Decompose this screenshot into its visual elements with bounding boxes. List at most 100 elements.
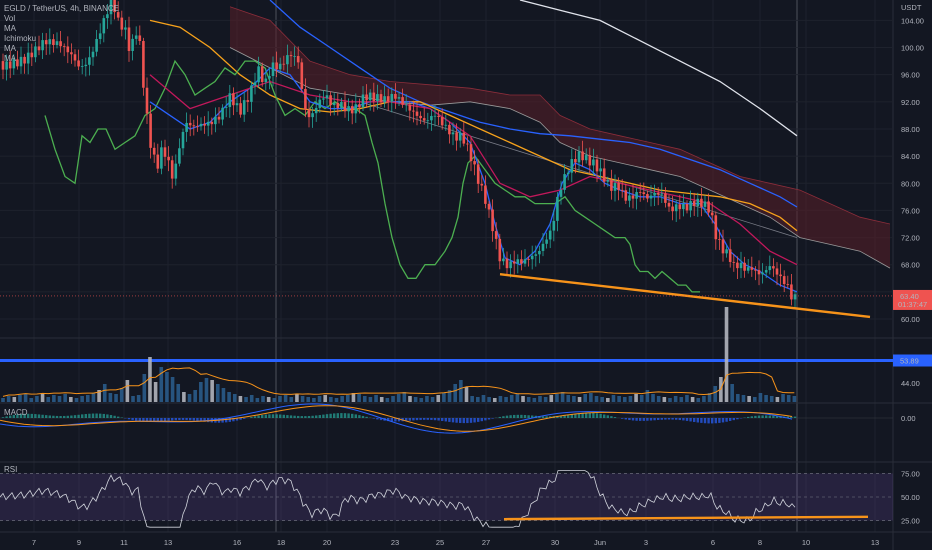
chart-canvas[interactable]: 7 9 11 13 16 18 20 23 25 27 30 Jun 3 6 8 10 13 USDT 104.00… <box>0 0 932 550</box>
volume-bar <box>165 372 169 402</box>
x-tick-label: 27 <box>482 538 490 547</box>
candle-body <box>253 82 257 86</box>
x-tick-label: 10 <box>802 538 810 547</box>
candle-body <box>764 270 768 273</box>
candle-body <box>613 182 617 191</box>
macd-hist-bar <box>426 418 429 420</box>
y-tick-label: 104.00 <box>901 16 924 25</box>
candle-body <box>534 254 538 256</box>
y-tick-label: 96.00 <box>901 71 920 80</box>
candle-body <box>433 115 437 117</box>
candle-body <box>448 124 451 135</box>
candle-body <box>523 259 527 264</box>
macd-hist-bar <box>63 415 66 418</box>
macd-pane-label[interactable]: MACD <box>4 408 28 417</box>
macd-hist-bar <box>117 416 120 418</box>
candle-body <box>671 206 674 212</box>
macd-hist-bar <box>696 418 699 423</box>
macd-hist-bar <box>437 418 440 421</box>
candle-body <box>512 261 516 264</box>
candle-body <box>685 203 689 211</box>
y-tick-label: 72.00 <box>901 234 920 243</box>
candle-body <box>286 55 289 65</box>
candle-body <box>232 93 235 106</box>
macd-hist-bar <box>653 418 656 421</box>
candle-body <box>538 250 541 255</box>
macd-hist-bar <box>41 414 44 418</box>
candle-body <box>757 270 761 275</box>
macd-hist-bar <box>732 418 735 421</box>
candle-body <box>480 183 484 186</box>
volume-bar <box>85 395 90 402</box>
volume-bar <box>504 397 508 402</box>
candle-body <box>246 100 250 102</box>
candle-body <box>649 195 653 199</box>
countdown-label: 01:37:47 <box>898 300 927 309</box>
macd-hist-bar <box>660 418 663 420</box>
macd-hist-bar <box>502 416 505 418</box>
candle-body <box>318 99 322 108</box>
volume-bar <box>346 395 350 402</box>
candle-body <box>736 262 739 269</box>
volume-bar <box>606 398 610 402</box>
macd-hist-bar <box>711 418 714 424</box>
indicator-ichimoku[interactable]: Ichimoku <box>4 34 119 44</box>
candle-body <box>566 172 570 175</box>
macd-hist-bar <box>772 415 775 418</box>
macd-hist-bar <box>192 418 195 421</box>
volume-bar <box>747 396 751 402</box>
macd-hist-bar <box>754 415 757 418</box>
candle-body <box>138 35 142 41</box>
macd-hist-bar <box>102 413 105 418</box>
volume-bar <box>509 395 514 402</box>
x-tick-label: 11 <box>120 538 128 547</box>
volume-bar <box>221 388 226 402</box>
indicator-ma-2[interactable]: MA <box>4 44 119 54</box>
macd-hist-bar <box>736 418 739 420</box>
macd-hist-bar <box>678 418 681 421</box>
candle-body <box>707 201 710 213</box>
volume-bar <box>724 307 729 402</box>
candle-body <box>667 202 671 207</box>
volume-bar <box>617 396 621 402</box>
candle-body <box>602 168 606 182</box>
macd-hist-bar <box>73 415 77 418</box>
symbol-title[interactable]: EGLD / TetherUS, 4h, BINANCE <box>4 4 119 14</box>
candle-body <box>365 94 368 101</box>
candle-body <box>307 109 311 118</box>
candle-body <box>682 203 685 210</box>
volume-bar <box>374 395 378 402</box>
indicator-vol[interactable]: Vol <box>4 14 119 24</box>
macd-hist-bar <box>225 418 228 423</box>
x-tick-label: 6 <box>711 538 715 547</box>
macd-hist-bar <box>70 415 73 418</box>
macd-hist-bar <box>595 413 599 418</box>
macd-hist-bar <box>725 418 728 422</box>
rsi-pane-label[interactable]: RSI <box>4 465 17 474</box>
y-tick-label: 76.00 <box>901 206 920 215</box>
volume-bar <box>594 396 599 402</box>
indicator-ma-3[interactable]: MA <box>4 54 119 64</box>
volume-bar <box>136 395 141 402</box>
candle-body <box>422 118 426 121</box>
volume-bar <box>148 357 152 402</box>
macd-hist-bar <box>243 418 246 419</box>
macd-hist-bar <box>599 413 602 418</box>
candle-body <box>340 102 343 108</box>
candle-body <box>581 151 584 161</box>
macd-hist-bar <box>372 418 375 419</box>
indicator-ma-1[interactable]: MA <box>4 24 119 34</box>
candle-body <box>196 126 199 128</box>
volume-bar <box>453 384 457 402</box>
volume-bar <box>57 396 62 402</box>
x-tick-label: 8 <box>758 538 762 547</box>
volume-bar <box>6 396 11 402</box>
candle-body <box>516 259 520 264</box>
macd-hist-bar <box>430 418 433 420</box>
candle-body <box>599 168 602 172</box>
candle-body <box>224 107 228 108</box>
volume-bar <box>487 397 491 402</box>
candle-body <box>206 121 210 126</box>
candle-body <box>304 88 307 110</box>
rsi-tick: 25.00 <box>901 517 920 526</box>
